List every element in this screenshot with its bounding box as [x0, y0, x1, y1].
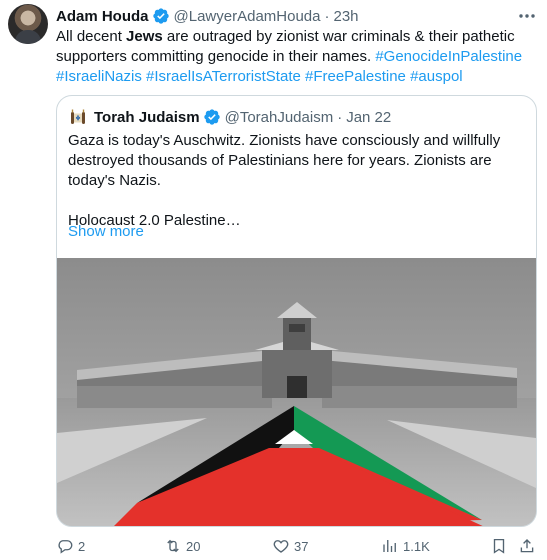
tweet-timestamp[interactable]: 23h [333, 8, 358, 25]
avatar[interactable] [8, 4, 48, 44]
action-bar: 2 20 37 1.1K [56, 536, 536, 556]
torah-scroll-icon [71, 109, 85, 124]
more-icon [519, 14, 535, 18]
hashtag-link[interactable]: #IsraelIsATerroristState [146, 68, 301, 85]
tweet-text-bold: Jews [126, 28, 163, 45]
reply-icon [58, 540, 73, 554]
share-button[interactable] [518, 536, 540, 556]
bookmark-button[interactable] [490, 536, 512, 556]
like-button[interactable]: 37 [272, 536, 308, 556]
reply-button[interactable]: 2 [56, 536, 85, 556]
heart-icon [273, 540, 289, 553]
quoted-author-handle: @TorahJudaism [224, 108, 334, 126]
reply-count: 2 [78, 538, 86, 554]
repost-count: 20 [186, 538, 201, 554]
tweet-header: Adam Houda @LawyerAdamHouda · 23h [56, 6, 359, 26]
quoted-media-image[interactable] [57, 258, 536, 527]
quoted-tweet-date: Jan 22 [346, 108, 392, 126]
quoted-tweet-text: Gaza is today's Auschwitz. Zionists have… [68, 131, 528, 231]
share-icon [520, 539, 534, 553]
bookmark-icon [493, 538, 505, 554]
verified-badge-icon [152, 8, 169, 24]
views-chart-icon [383, 540, 396, 552]
tweet-text: All decent Jews are outraged by zionist … [56, 27, 536, 87]
more-options-button[interactable] [517, 8, 537, 24]
author-name[interactable]: Adam Houda [56, 8, 149, 25]
quoted-tweet[interactable]: Torah Judaism @TorahJudaism · Jan 22 Gaz… [56, 95, 537, 527]
separator-dot: · [324, 7, 330, 25]
repost-icon [167, 539, 179, 553]
separator-dot: · [337, 108, 343, 126]
tweet[interactable]: Adam Houda @LawyerAdamHouda · 23h All de… [0, 0, 547, 560]
repost-button[interactable]: 20 [164, 536, 200, 556]
hashtag-link[interactable]: #GenocideInPalestine [375, 48, 522, 65]
views-count: 1.1K [403, 538, 430, 554]
quoted-avatar [68, 107, 88, 127]
hashtag-link[interactable]: #FreePalestine [305, 68, 406, 85]
quoted-author-name: Torah Judaism [94, 108, 200, 126]
hashtag-link[interactable]: #IsraeliNazis [56, 68, 142, 85]
views-button[interactable]: 1.1K [381, 536, 430, 556]
hashtag-link[interactable]: #auspol [410, 68, 463, 85]
verified-badge-icon [203, 109, 220, 125]
show-more-link[interactable]: Show more [68, 223, 144, 240]
quoted-paragraph: Gaza is today's Auschwitz. Zionists have… [68, 132, 501, 189]
tweet-text-part1: All decent [56, 28, 127, 45]
quoted-tweet-header: Torah Judaism @TorahJudaism · Jan 22 [68, 107, 391, 127]
like-count: 37 [294, 538, 309, 554]
author-handle[interactable]: @LawyerAdamHouda [174, 8, 321, 25]
